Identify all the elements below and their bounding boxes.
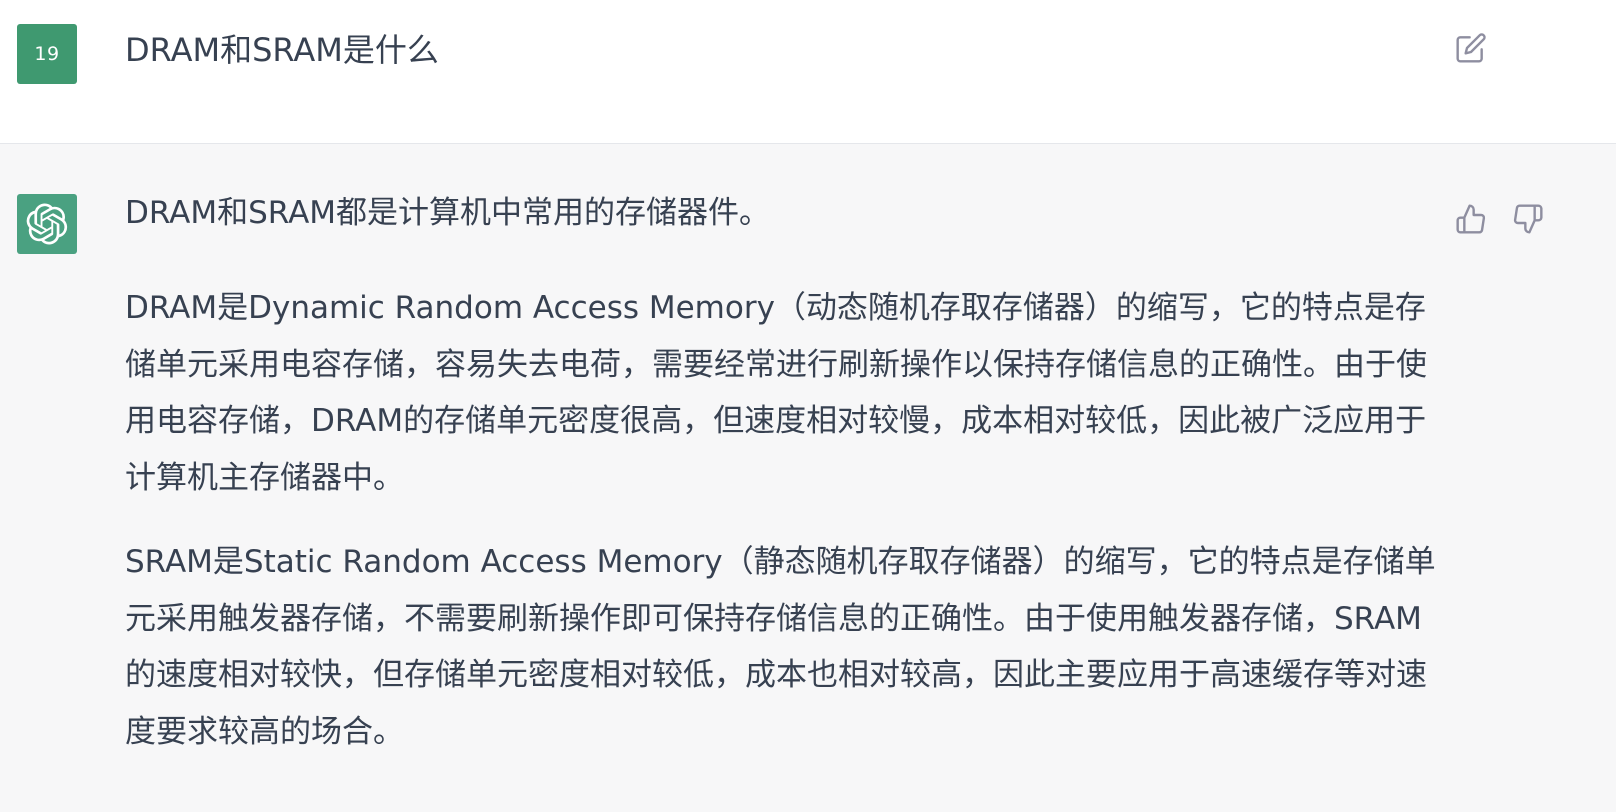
thumbs-up-button[interactable] <box>1451 199 1491 239</box>
user-avatar: 19 <box>17 24 77 84</box>
answer-paragraph-sram: SRAM是Static Random Access Memory（静态随机存取存… <box>125 544 1436 750</box>
user-prompt-text: DRAM和SRAM是什么 <box>125 31 439 69</box>
answer-paragraph-dram: DRAM是Dynamic Random Access Memory（动态随机存取… <box>125 290 1427 496</box>
openai-logo-icon <box>26 203 68 245</box>
thumbs-down-button[interactable] <box>1508 199 1548 239</box>
answer-paragraph-intro: DRAM和SRAM都是计算机中常用的存储器件。 <box>125 195 771 231</box>
user-message-row: 19 DRAM和SRAM是什么 <box>0 0 1616 144</box>
edit-message-button[interactable] <box>1451 28 1491 68</box>
assistant-avatar <box>17 194 77 254</box>
thumbs-up-icon <box>1456 204 1486 234</box>
user-avatar-label: 19 <box>34 43 60 65</box>
edit-icon <box>1456 33 1486 63</box>
assistant-message-row: DRAM和SRAM都是计算机中常用的存储器件。 DRAM是Dynamic Ran… <box>0 144 1616 812</box>
thumbs-down-icon <box>1513 204 1543 234</box>
assistant-answer: DRAM和SRAM都是计算机中常用的存储器件。 DRAM是Dynamic Ran… <box>125 190 1445 788</box>
